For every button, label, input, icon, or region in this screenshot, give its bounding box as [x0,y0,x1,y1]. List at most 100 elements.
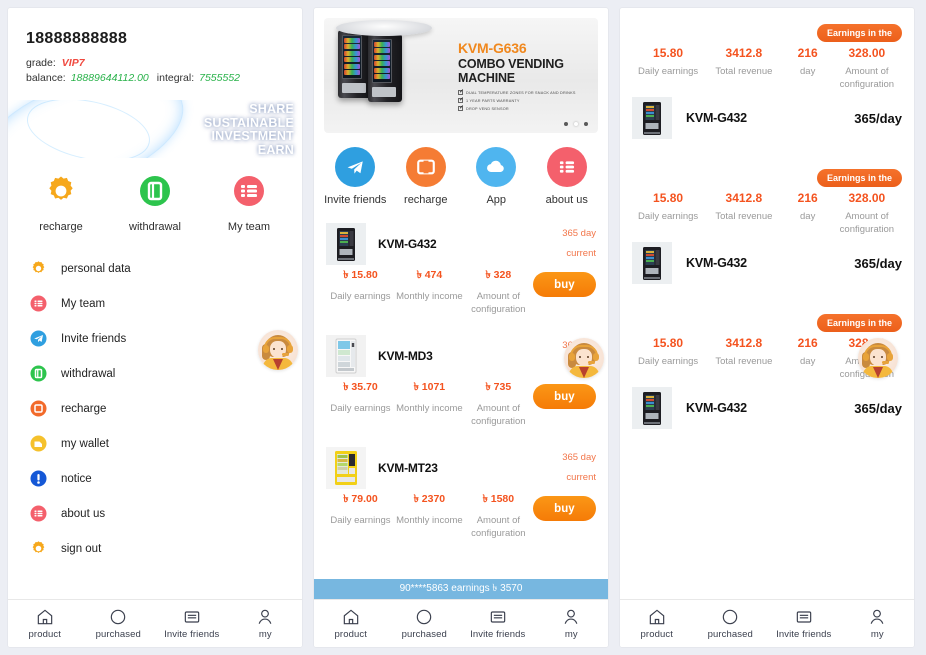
gear-icon [30,260,47,277]
product-thumbnail [326,447,366,489]
customer-service-avatar-icon[interactable] [564,338,604,378]
menu-item-notice[interactable]: notice [8,461,302,496]
customer-service-avatar-icon[interactable] [258,330,298,370]
product-status: current [566,472,596,483]
quick-action-recharge[interactable]: recharge [14,174,108,233]
product-stat-value: ৳ 35.70 [343,381,378,393]
home-icon [647,607,667,627]
tab-purchased[interactable]: purchased [694,607,768,640]
vending-machine-window [342,35,362,79]
earnings-panel-body: Earnings in the 15.80 Daily earnings 341… [620,8,914,599]
earnings-stat-label: day [800,66,816,77]
product-carousel[interactable]: KVM-G636 COMBO VENDING MACHINE DUAL TEMP… [324,18,598,133]
tab-purchased[interactable]: purchased [82,607,156,640]
customer-service-avatar-icon[interactable] [858,338,898,378]
earnings-stat-value: 328.00 [848,46,886,60]
menu-item-label: Invite friends [61,332,127,345]
promo-line-1: SHARE [249,102,294,116]
earnings-stat-value: 15.80 [653,336,684,350]
buy-button[interactable]: buy [532,496,596,521]
ticket-icon [488,607,508,627]
account-grade-row: grade: VIP7 [26,57,284,69]
tab-label: purchased [401,629,447,640]
tab-my[interactable]: my [841,607,915,640]
tab-label: Invite friends [776,629,832,640]
tab-product[interactable]: product [620,607,694,640]
circle-icon [108,607,128,627]
menu-item-my-wallet[interactable]: my wallet [8,426,302,461]
product-stats: ৳ 15.80 Daily earnings ৳ 474 Monthly inc… [326,268,596,328]
menu-item-about-us[interactable]: about us [8,496,302,531]
entry-invite-friends[interactable]: Invite friends [320,147,391,206]
quick-entries: Invite friends recharge App about us [314,133,608,216]
avatar-headset-ear-right [887,353,893,361]
earnings-panel: Earnings in the 15.80 Daily earnings 341… [620,8,914,647]
buy-button[interactable]: buy [532,272,596,297]
bottom-tabbar-left: product purchased Invite friends my [8,599,302,647]
product-stat: ৳ 15.80 Daily earnings [326,268,395,303]
recharge-icon [30,400,47,417]
avatar-eye-left [873,356,875,358]
circle-icon [720,607,740,627]
product-stat-value: ৳ 2370 [413,493,446,505]
tab-invite-friends[interactable]: Invite friends [155,607,229,640]
earnings-per-day: 365/day [854,110,902,126]
bottom-tabbar-middle: product purchased Invite friends my [314,599,608,647]
entry-app[interactable]: App [461,147,532,206]
menu-item-personal-data[interactable]: personal data [8,251,302,286]
entry-about-us[interactable]: about us [532,147,603,206]
carousel-model: KVM-G636 [458,40,527,56]
tab-product[interactable]: product [8,607,82,640]
quick-action-my-team[interactable]: My team [202,174,296,233]
integral-label: integral: [156,72,195,84]
menu-item-recharge[interactable]: recharge [8,391,302,426]
menu-item-sign-out[interactable]: sign out [8,531,302,566]
gear-icon [44,174,78,213]
earnings-per-day: 365/day [854,400,902,416]
product-stat-label: Monthly income [396,403,463,414]
product-header: KVM-G432 365 day current [326,220,596,268]
earnings-stat-value: 15.80 [653,46,684,60]
carousel-dot[interactable] [564,122,568,126]
carousel-feature: 1 YEAR PARTS WARRANTY [458,96,598,103]
list-icon [232,174,266,213]
product-row: KVM-G432 365 day current ৳ 15.80 Daily e… [326,216,596,328]
tab-invite-friends[interactable]: Invite friends [767,607,841,640]
promo-line-2: SUSTAINABLE [203,115,294,130]
buy-button[interactable]: buy [532,384,596,409]
vending-machine-tray [342,83,366,93]
menu-item-label: recharge [61,402,107,415]
product-stat-value: ৳ 79.00 [343,493,378,505]
menu-item-withdrawal[interactable]: withdrawal [8,356,302,391]
earnings-stat: 3412.8 Total revenue [704,336,784,368]
product-stat: ৳ 35.70 Daily earnings [326,380,395,415]
carousel-dot[interactable] [584,122,588,126]
menu-item-label: personal data [61,262,131,275]
product-thumbnail [632,97,672,139]
tab-my[interactable]: my [535,607,609,640]
list-icon [30,295,47,312]
account-panel-body: 18888888888 grade: VIP7 balance: 1888964… [8,8,302,599]
quick-action-withdrawal[interactable]: withdrawal [108,174,202,233]
product-name: KVM-G432 [378,237,437,251]
earnings-card: Earnings in the 15.80 Daily earnings 341… [620,163,914,298]
carousel-dots[interactable] [564,122,588,126]
bottom-tabbar-right: product purchased Invite friends my [620,599,914,647]
tab-my[interactable]: my [229,607,303,640]
avatar-headset-ear-left [263,345,269,353]
product-stat-value: ৳ 474 [416,269,443,281]
balance-value: 18889644112.00 [70,72,149,84]
entry-recharge[interactable]: recharge [391,147,462,206]
earnings-stat: 15.80 Daily earnings [632,46,704,78]
tab-invite-friends[interactable]: Invite friends [461,607,535,640]
promo-banner[interactable]: SHARE SUSTAINABLE INVESTMENT EARN [8,100,302,158]
carousel-feature-text: 1 YEAR PARTS WARRANTY [466,98,520,103]
carousel-dot-active[interactable] [574,122,578,126]
account-balance-row: balance: 18889644112.00 integral: 755555… [26,72,284,84]
earnings-ribbon: Earnings in the [816,24,902,42]
tab-label: Invite friends [164,629,220,640]
menu-item-my-team[interactable]: My team [8,286,302,321]
tab-product[interactable]: product [314,607,388,640]
telegram-icon [30,330,47,347]
tab-purchased[interactable]: purchased [388,607,462,640]
